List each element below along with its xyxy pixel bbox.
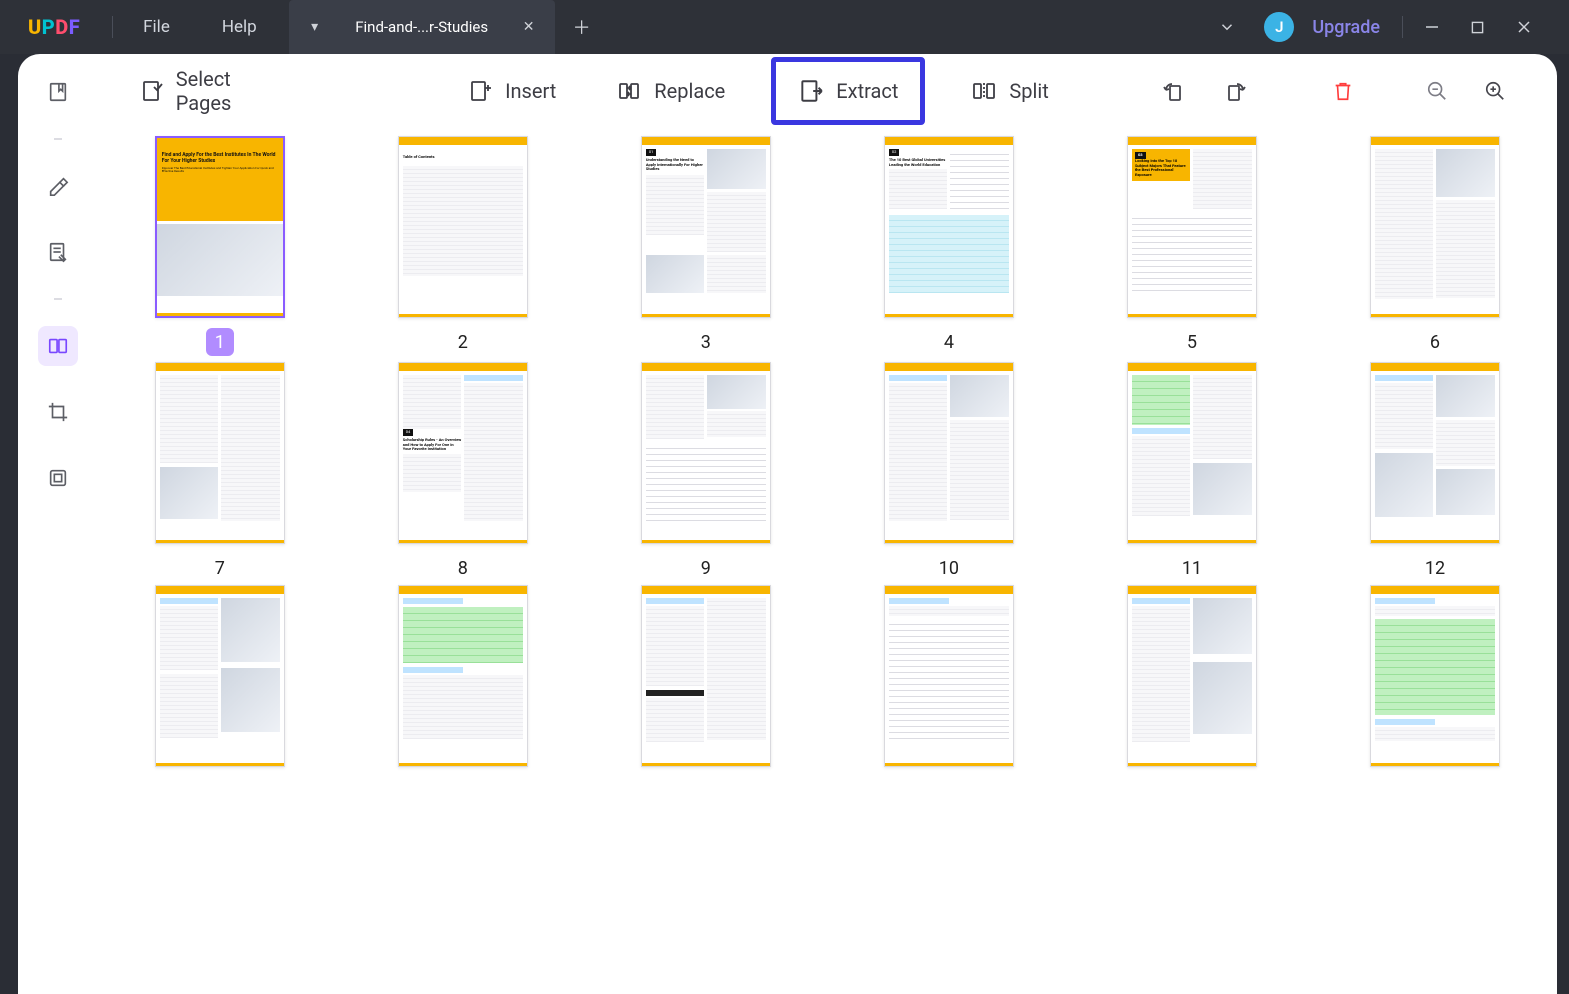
page-number: 11: [1182, 558, 1202, 579]
zoom-in-button[interactable]: [1479, 75, 1511, 107]
menu-file[interactable]: File: [117, 17, 196, 37]
page-thumb-13[interactable]: [140, 585, 300, 767]
document-tab[interactable]: ▾ Find-and-...r-Studies ✕: [289, 0, 555, 54]
page-thumb-3[interactable]: 01 Understanding the Need to Apply Inter…: [626, 136, 786, 356]
section-tag: 02: [889, 149, 900, 156]
insert-label: Insert: [505, 79, 556, 103]
tab-title: Find-and-...r-Studies: [337, 18, 507, 36]
separator: [54, 298, 62, 300]
app-logo: UPDF: [0, 15, 108, 39]
upgrade-button[interactable]: Upgrade: [1312, 17, 1380, 38]
page-thumb-15[interactable]: [626, 585, 786, 767]
bookmarks-icon[interactable]: [38, 72, 78, 112]
side-toolbar: [18, 54, 98, 994]
select-pages-label: Select Pages: [176, 67, 272, 115]
rotate-right-button[interactable]: [1221, 75, 1249, 107]
minimize-button[interactable]: [1425, 20, 1453, 34]
logo-letter: P: [42, 15, 55, 39]
menu-help[interactable]: Help: [196, 17, 283, 37]
replace-label: Replace: [654, 79, 725, 103]
page-thumb-1[interactable]: Find and Apply For the Best Institutes I…: [140, 136, 300, 356]
tab-dropdown-icon[interactable]: ▾: [303, 19, 327, 35]
organize-pages-icon[interactable]: [38, 326, 78, 366]
page-thumb-12[interactable]: 12: [1355, 362, 1515, 579]
divider: [112, 16, 113, 38]
split-label: Split: [1009, 79, 1048, 103]
page-thumb-18[interactable]: [1355, 585, 1515, 767]
edit-page-icon[interactable]: [38, 232, 78, 272]
zoom-out-button[interactable]: [1421, 75, 1453, 107]
page-number: 3: [701, 332, 711, 353]
page-number: 10: [939, 558, 959, 579]
logo-letter: D: [55, 15, 68, 39]
page-number: 2: [458, 332, 468, 353]
page-toolbar: Select Pages Insert Replace Extract: [98, 54, 1557, 128]
page-thumb-8[interactable]: 04 Scholarship Rules - An Overview and H…: [383, 362, 543, 579]
page-thumb-16[interactable]: [869, 585, 1029, 767]
thumb-subtitle: Discover The Best Educational Institutes…: [162, 167, 278, 175]
titlebar-right: J Upgrade: [1218, 12, 1569, 42]
page-thumb-4[interactable]: 02 The 10 Best Global Universities Leadi…: [869, 136, 1029, 356]
close-window-button[interactable]: [1517, 20, 1545, 34]
thumb-title: Understanding the Need to Apply Internat…: [646, 158, 705, 172]
select-pages-icon: [140, 78, 164, 104]
page-thumb-10[interactable]: 10: [869, 362, 1029, 579]
maximize-button[interactable]: [1471, 21, 1499, 34]
select-pages-button[interactable]: Select Pages: [126, 59, 286, 123]
page-thumb-2[interactable]: Table of Contents 2: [383, 136, 543, 356]
insert-button[interactable]: Insert: [453, 70, 570, 112]
page-number: 9: [701, 558, 711, 579]
split-icon: [971, 78, 997, 104]
page-number: 8: [458, 558, 468, 579]
delete-button[interactable]: [1329, 75, 1357, 107]
page-thumb-5[interactable]: 03 Looking Into the Top 10 Subject Major…: [1112, 136, 1272, 356]
page-thumb-11[interactable]: 11: [1112, 362, 1272, 579]
highlighter-icon[interactable]: [38, 166, 78, 206]
close-icon[interactable]: ✕: [517, 19, 541, 35]
page-thumb-17[interactable]: [1112, 585, 1272, 767]
divider: [1402, 16, 1403, 38]
page-thumb-6[interactable]: 6: [1355, 136, 1515, 356]
thumb-title: Find and Apply For the Best Institutes I…: [162, 152, 278, 165]
page-number: 5: [1187, 332, 1197, 353]
split-button[interactable]: Split: [957, 70, 1062, 112]
page-number: 4: [944, 332, 954, 353]
page-thumb-9[interactable]: 9: [626, 362, 786, 579]
thumbnail-grid: Find and Apply For the Best Institutes I…: [98, 128, 1557, 994]
page-thumb-14[interactable]: [383, 585, 543, 767]
section-tag: 04: [403, 429, 414, 436]
extract-label: Extract: [836, 79, 898, 103]
thumb-title: Looking Into the Top 10 Subject Majors T…: [1135, 159, 1188, 178]
thumb-title: Table of Contents: [403, 155, 523, 160]
avatar[interactable]: J: [1264, 12, 1294, 42]
main-area: Select Pages Insert Replace Extract: [18, 54, 1557, 994]
page-number: 1: [206, 328, 234, 356]
rotate-left-button[interactable]: [1161, 75, 1189, 107]
logo-letter: F: [69, 15, 80, 39]
titlebar: UPDF File Help ▾ Find-and-...r-Studies ✕…: [0, 0, 1569, 54]
extract-button[interactable]: Extract: [771, 57, 925, 125]
logo-letter: U: [28, 15, 42, 39]
separator: [54, 138, 62, 140]
replace-button[interactable]: Replace: [602, 70, 739, 112]
replace-icon: [616, 78, 642, 104]
chevron-down-icon[interactable]: [1218, 18, 1246, 36]
page-thumb-7[interactable]: 7: [140, 362, 300, 579]
insert-icon: [467, 78, 493, 104]
section-tag: 01: [646, 149, 657, 156]
crop-icon[interactable]: [38, 392, 78, 432]
thumb-title: Scholarship Rules - An Overview and How …: [403, 438, 462, 452]
page-number: 7: [215, 558, 225, 579]
content-column: Select Pages Insert Replace Extract: [98, 54, 1557, 994]
page-number: 12: [1425, 558, 1445, 579]
watermark-icon[interactable]: [38, 458, 78, 498]
thumb-title: The 10 Best Global Universities Leading …: [889, 158, 948, 168]
new-tab-button[interactable]: ＋: [563, 8, 601, 46]
page-number: 6: [1430, 332, 1440, 353]
extract-icon: [798, 78, 824, 104]
